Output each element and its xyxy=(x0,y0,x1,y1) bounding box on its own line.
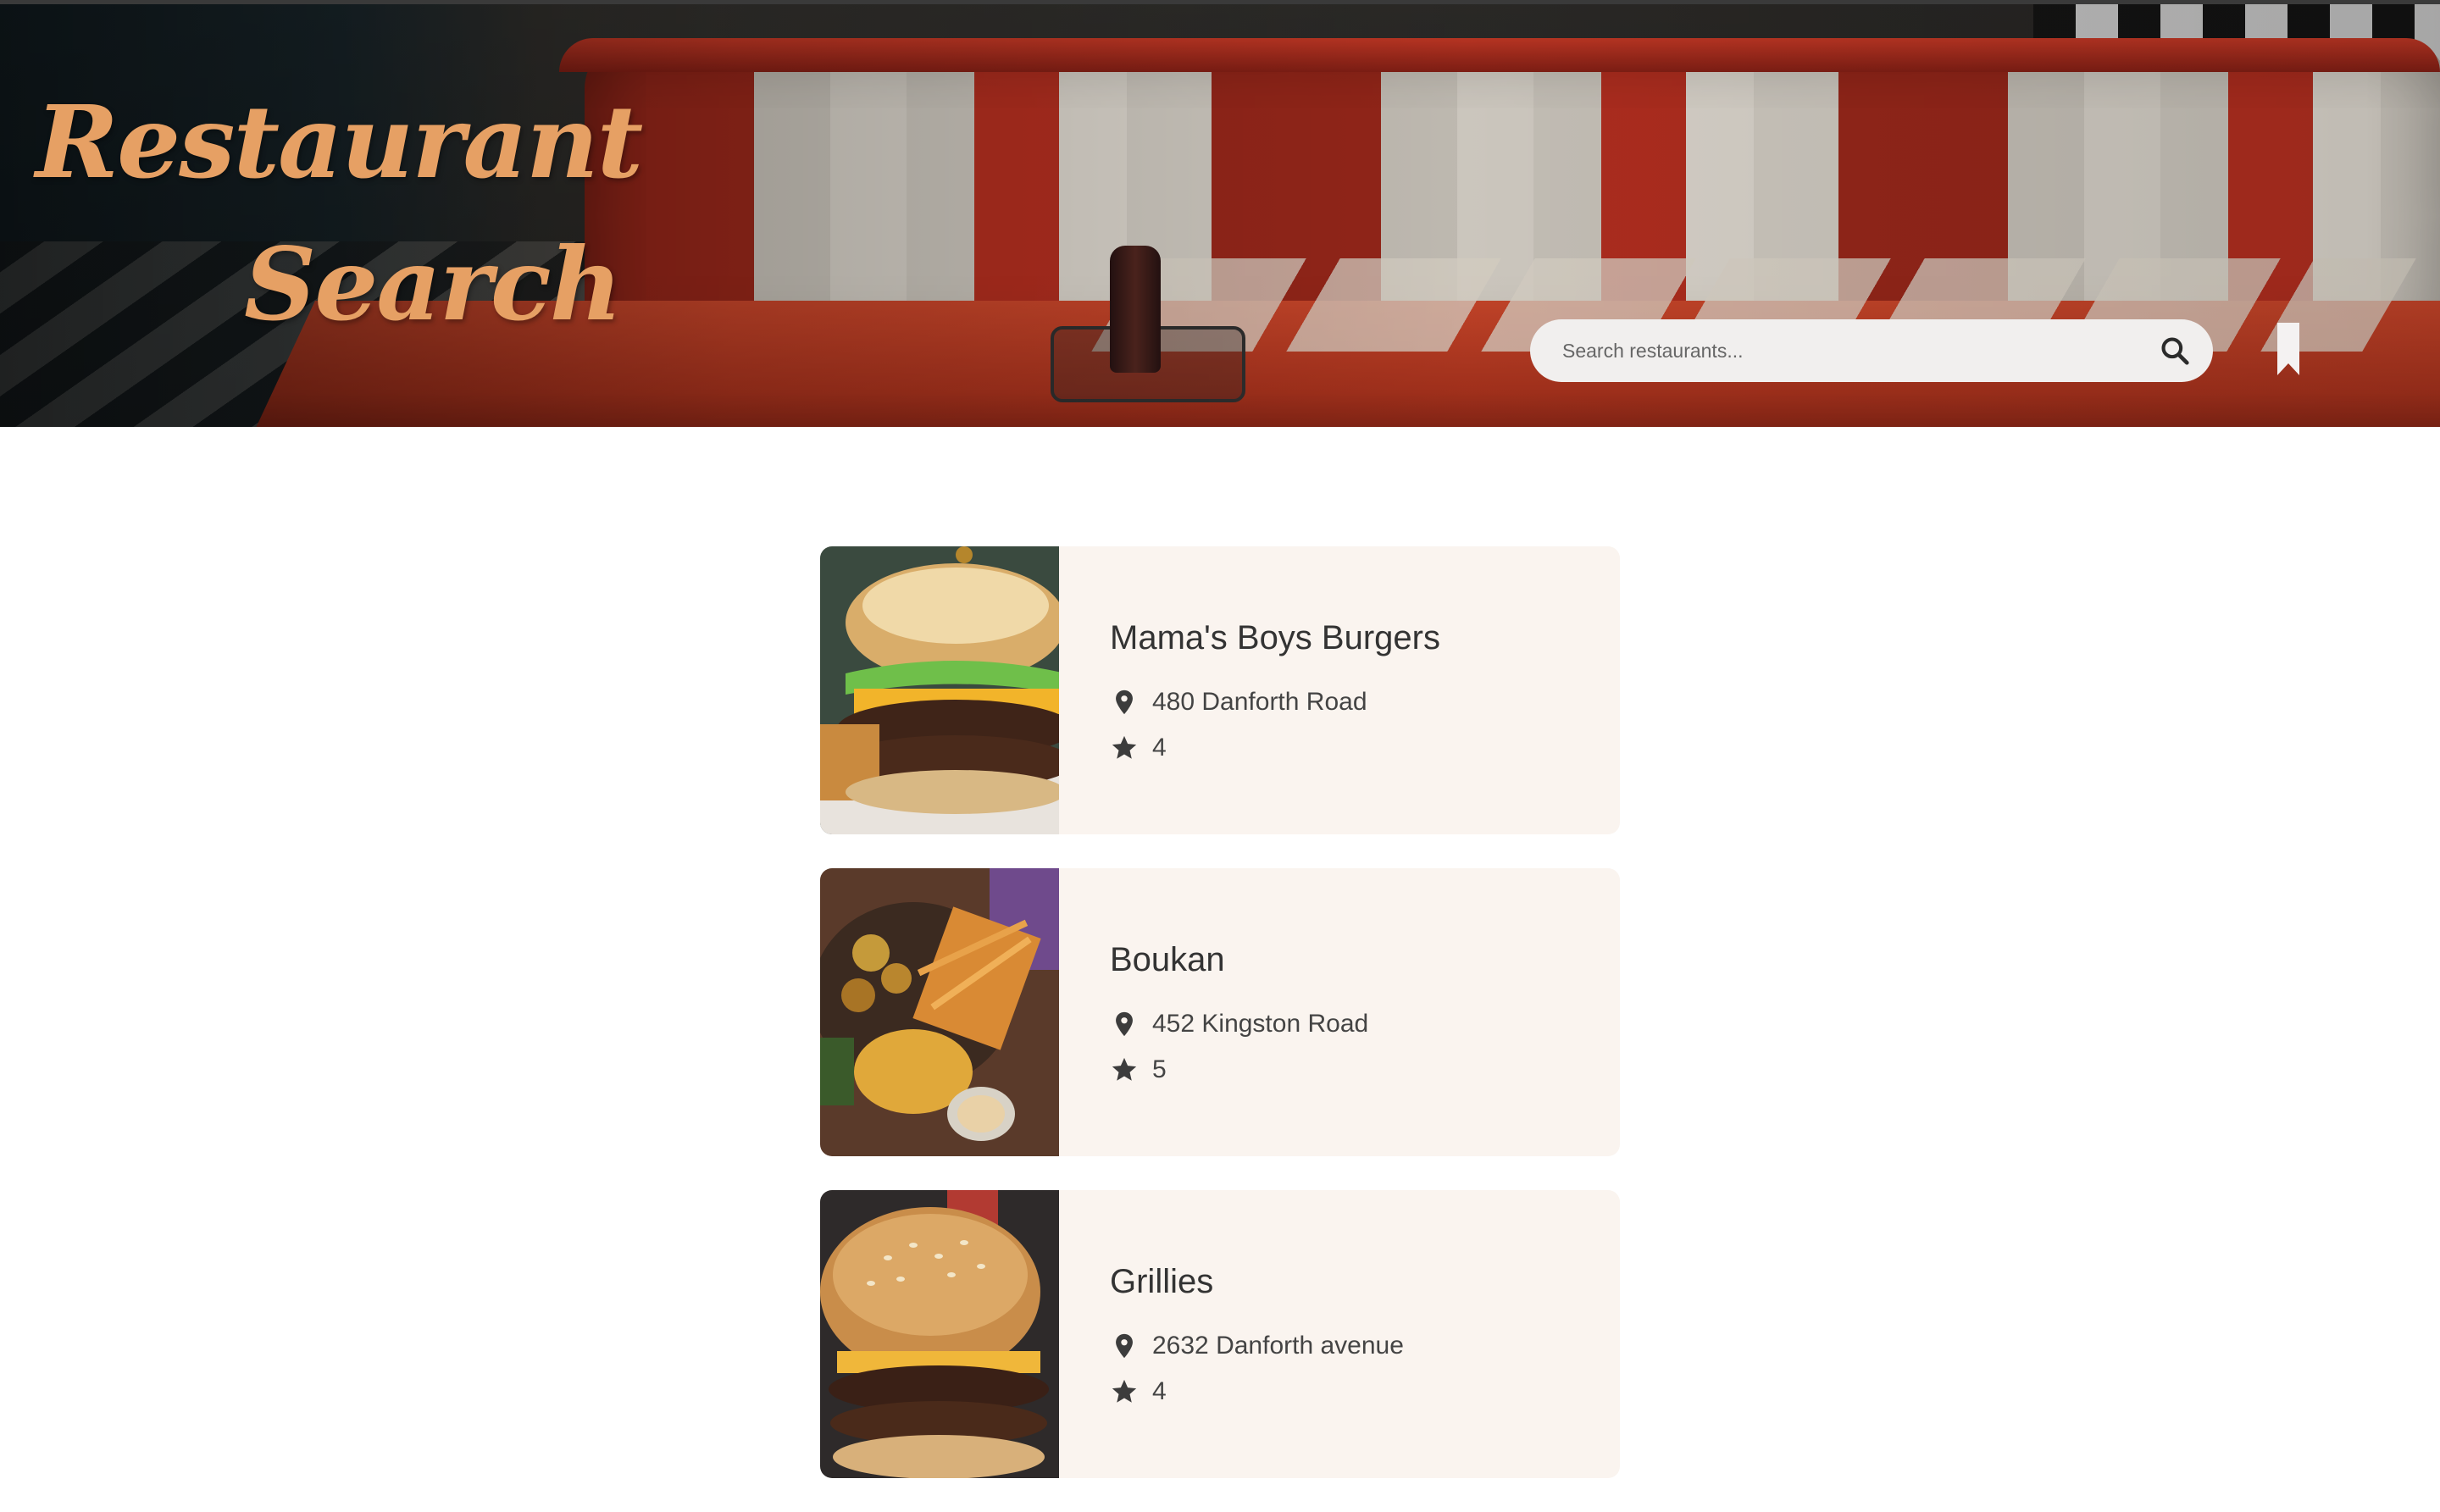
restaurant-photo xyxy=(820,1190,1059,1478)
restaurant-card[interactable]: Boukan 452 Kingston Road 5 xyxy=(820,868,1620,1156)
site-title-line-1: Restaurant xyxy=(36,83,643,201)
restaurant-info: Mama's Boys Burgers 480 Danforth Road 4 xyxy=(1059,546,1440,834)
restaurant-rating: 4 xyxy=(1152,734,1167,762)
restaurant-name[interactable]: Mama's Boys Burgers xyxy=(1110,619,1440,657)
restaurant-info: Boukan 452 Kingston Road 5 xyxy=(1059,868,1368,1156)
map-pin-icon xyxy=(1116,1333,1133,1359)
restaurant-rating-row: 4 xyxy=(1110,725,1440,771)
restaurant-address-row: 480 Danforth Road xyxy=(1110,679,1440,725)
search-icon[interactable] xyxy=(2159,335,2191,367)
restaurant-rating: 5 xyxy=(1152,1055,1167,1083)
restaurant-address: 2632 Danforth avenue xyxy=(1152,1332,1404,1360)
restaurant-card[interactable]: Grillies 2632 Danforth avenue 4 xyxy=(820,1190,1620,1478)
star-icon xyxy=(1112,735,1137,759)
restaurant-card[interactable]: Mama's Boys Burgers 480 Danforth Road 4 xyxy=(820,546,1620,834)
hero-banner: Restaurant Search xyxy=(0,0,2440,427)
restaurant-rating-row: 4 xyxy=(1110,1369,1404,1415)
restaurant-photo xyxy=(820,546,1059,834)
restaurant-name[interactable]: Grillies xyxy=(1110,1263,1404,1301)
restaurant-address-row: 2632 Danforth avenue xyxy=(1110,1323,1404,1369)
restaurant-address: 480 Danforth Road xyxy=(1152,688,1367,716)
restaurant-address-row: 452 Kingston Road xyxy=(1110,1001,1368,1047)
map-pin-icon xyxy=(1116,690,1133,715)
restaurant-name[interactable]: Boukan xyxy=(1110,941,1368,979)
restaurant-info: Grillies 2632 Danforth avenue 4 xyxy=(1059,1190,1404,1478)
restaurant-rating-row: 5 xyxy=(1110,1047,1368,1093)
restaurant-address: 452 Kingston Road xyxy=(1152,1010,1369,1038)
star-icon xyxy=(1112,1379,1137,1403)
bookmark-icon[interactable] xyxy=(2276,321,2301,377)
restaurant-list: Mama's Boys Burgers 480 Danforth Road 4 xyxy=(820,546,1620,1512)
restaurant-photo xyxy=(820,868,1059,1156)
search-bar xyxy=(1530,319,2213,382)
site-title-line-2: Search xyxy=(244,225,623,343)
search-input[interactable] xyxy=(1562,339,2159,363)
star-icon xyxy=(1112,1057,1137,1081)
restaurant-rating: 4 xyxy=(1152,1377,1167,1405)
map-pin-icon xyxy=(1116,1011,1133,1037)
